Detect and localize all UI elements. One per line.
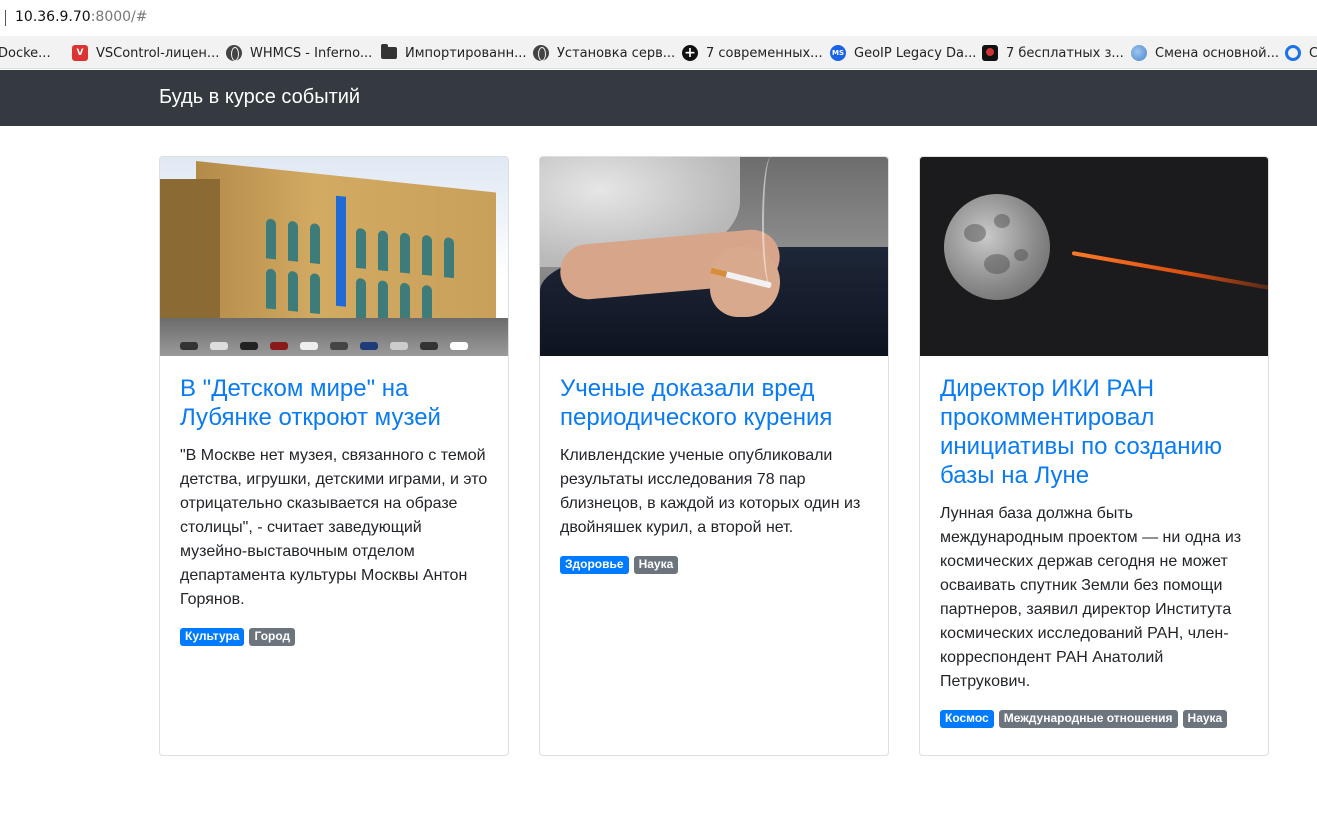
bookmark-label: VSControl-лицен... — [96, 45, 220, 61]
tag-list: Культура Город — [180, 628, 488, 646]
plus-circle-icon: + — [682, 45, 698, 61]
bookmark-7-free[interactable]: 7 бесплатных з... — [982, 43, 1124, 63]
bookmark-label: С — [1309, 46, 1317, 61]
news-card: Ученые доказали вред периодического куре… — [539, 156, 889, 756]
bookmark-label: WHMCS - Inferno... — [250, 45, 373, 61]
bookmark-label: Docke... — [0, 45, 51, 61]
news-card: В "Детском мире" на Лубянке откроют музе… — [159, 156, 509, 756]
ms-icon: MS — [830, 45, 846, 61]
bookmark-7-modern[interactable]: + 7 современных... — [682, 43, 823, 63]
app-icon — [982, 45, 998, 61]
bookmarks-bar: Docke... V VSControl-лицен... WHMCS - In… — [0, 36, 1317, 69]
bookmark-label: GeoIP Legacy Da... — [854, 45, 977, 61]
url-field[interactable]: 10.36.9.70:8000/# — [15, 9, 148, 25]
tag-badge[interactable]: Культура — [180, 628, 245, 646]
news-card: Директор ИКИ РАН прокомментировал инициа… — [919, 156, 1269, 756]
news-summary: Лунная база должна быть международным пр… — [940, 505, 1242, 690]
bookmark-label: Импортированн... — [405, 45, 527, 61]
tag-badge[interactable]: Космос — [940, 710, 994, 728]
folder-icon — [381, 44, 397, 59]
bookmark-install-server[interactable]: Установка серв... — [533, 43, 675, 63]
circle-icon — [1285, 45, 1301, 61]
globe-icon — [226, 45, 242, 61]
swirl-icon — [1131, 45, 1147, 61]
tag-badge[interactable]: Наука — [633, 556, 679, 574]
bookmark-vscontrol[interactable]: V VSControl-лицен... — [72, 43, 219, 63]
vscontrol-icon: V — [72, 45, 88, 61]
globe-icon — [533, 45, 549, 61]
text-caret — [5, 10, 6, 26]
tag-badge[interactable]: Международные отношения — [998, 710, 1178, 728]
news-image-smoking[interactable] — [540, 157, 888, 356]
news-summary: Кливлендские ученые опубликовали результ… — [560, 447, 861, 536]
bookmark-label: Смена основной... — [1155, 45, 1279, 61]
tag-badge[interactable]: Здоровье — [560, 556, 629, 574]
bookmark-change-main[interactable]: Смена основной... — [1131, 43, 1279, 63]
tag-badge[interactable]: Город — [249, 628, 296, 646]
url-path: :8000/# — [90, 9, 148, 25]
browser-address-bar[interactable]: 10.36.9.70:8000/# — [0, 0, 1317, 36]
bookmark-label: 7 бесплатных з... — [1006, 45, 1124, 61]
bookmark-label: Установка серв... — [557, 45, 676, 61]
news-title-link[interactable]: В "Детском мире" на Лубянке откроют музе… — [180, 374, 488, 432]
site-navbar: Будь в курсе событий — [0, 70, 1317, 126]
bookmark-imported-folder[interactable]: Импортированн... — [381, 43, 527, 63]
bookmark-whmcs[interactable]: WHMCS - Inferno... — [226, 43, 372, 63]
tag-list: Здоровье Наука — [560, 556, 868, 574]
bookmark-docker[interactable]: Docke... — [0, 43, 51, 63]
news-title-link[interactable]: Директор ИКИ РАН прокомментировал инициа… — [940, 374, 1248, 490]
news-title-link[interactable]: Ученые доказали вред периодического куре… — [560, 374, 868, 432]
news-image-moon[interactable] — [920, 157, 1268, 356]
news-summary: "В Москве нет музея, связанного с темой … — [180, 447, 488, 608]
bookmark-more[interactable]: С — [1285, 43, 1317, 63]
bookmark-label: 7 современных... — [706, 45, 823, 61]
news-image-building[interactable] — [160, 157, 508, 356]
navbar-brand[interactable]: Будь в курсе событий — [159, 86, 360, 109]
bookmark-geoip[interactable]: MS GeoIP Legacy Da... — [830, 43, 976, 63]
tag-badge[interactable]: Наука — [1182, 710, 1228, 728]
url-host: 10.36.9.70 — [15, 9, 91, 25]
tag-list: Космос Международные отношения Наука — [940, 710, 1248, 728]
